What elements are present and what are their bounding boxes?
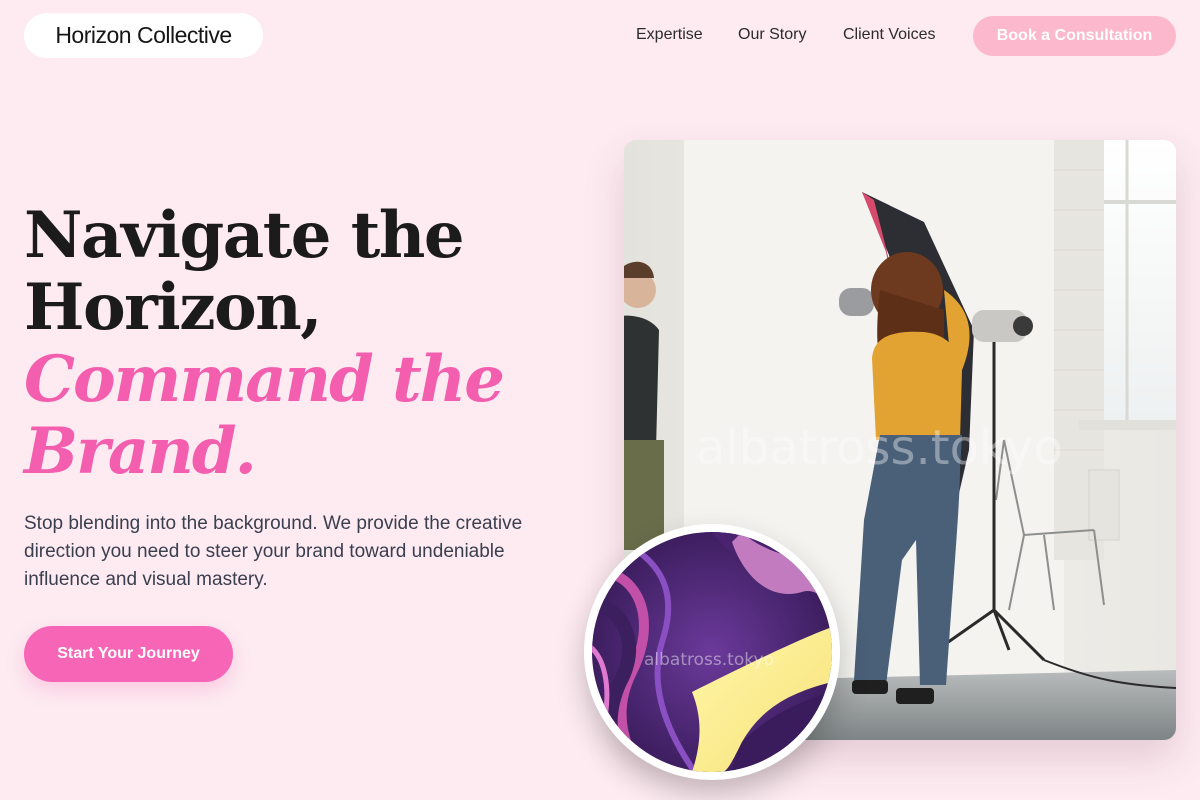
hero-title-accent-line-2: Brand.	[24, 414, 257, 489]
nav-link-our-story[interactable]: Our Story	[738, 26, 806, 44]
hero-title-line-1: Navigate the	[24, 198, 465, 273]
hero-title: Navigate the Horizon, Command the Brand.	[24, 200, 584, 488]
hero-title-line-2: Horizon,	[24, 270, 323, 345]
abstract-art-image: albatross.tokyo	[592, 532, 832, 772]
hero-title-accent-line-1: Command the	[24, 342, 505, 417]
start-journey-button[interactable]: Start Your Journey	[24, 626, 233, 682]
abstract-art-circle: albatross.tokyo	[584, 524, 840, 780]
hero-subtitle: Stop blending into the background. We pr…	[24, 513, 523, 590]
book-consultation-button[interactable]: Book a Consultation	[973, 16, 1176, 56]
nav-link-expertise[interactable]: Expertise	[636, 26, 703, 44]
nav-link-client-voices[interactable]: Client Voices	[843, 26, 936, 44]
abstract-swirl-illustration	[592, 532, 832, 772]
